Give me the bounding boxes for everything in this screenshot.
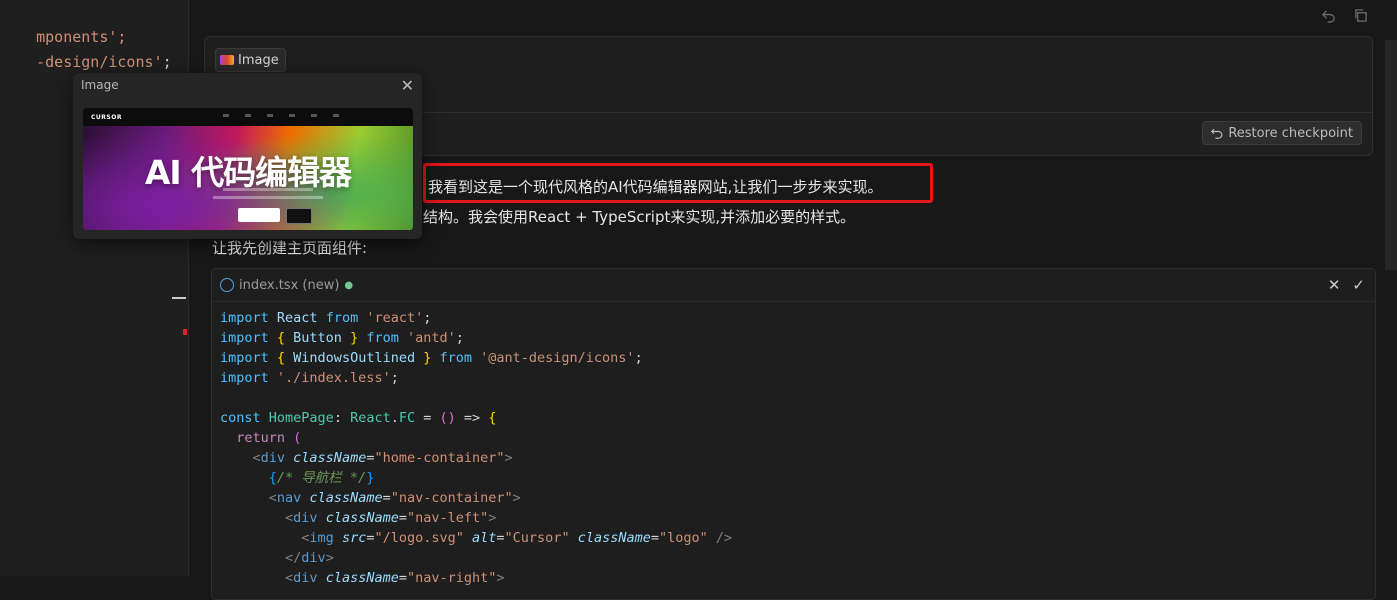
copy-icon[interactable] xyxy=(1351,6,1369,24)
restore-icon xyxy=(1211,128,1223,139)
code-line: </div> xyxy=(285,550,334,566)
code-line: <nav className="nav-container"> xyxy=(268,490,521,506)
code-block-header: index.tsx (new) ● ✕ ✓ xyxy=(212,269,1375,302)
preview-nav-links xyxy=(223,114,339,117)
gutter-fold-marker xyxy=(172,297,186,299)
gutter-error-marker xyxy=(183,329,187,335)
preview-subtext xyxy=(223,188,313,191)
restore-label: Restore checkpoint xyxy=(1228,125,1353,141)
code-line: <div className="nav-right"> xyxy=(285,570,505,586)
preview-image: CURSOR AI 代码编辑器 xyxy=(83,108,413,230)
code-actions: ✕ ✓ xyxy=(1328,276,1365,294)
image-preview-popup: Image ✕ CURSOR AI 代码编辑器 xyxy=(73,73,422,239)
close-icon[interactable]: ✕ xyxy=(401,76,414,95)
image-thumbnail-icon xyxy=(220,55,234,65)
code-block: index.tsx (new) ● ✕ ✓ import React from … xyxy=(211,268,1376,600)
code-body: import React from 'react'; import { Butto… xyxy=(212,302,1375,588)
restore-checkpoint-button[interactable]: Restore checkpoint xyxy=(1202,121,1362,145)
chat-toolbar xyxy=(1319,6,1369,24)
reject-icon[interactable]: ✕ xyxy=(1328,276,1341,294)
preview-nav: CURSOR xyxy=(83,108,413,126)
assistant-message-line: 让我先创建主页面组件: xyxy=(212,239,368,257)
unsaved-dot-icon: ● xyxy=(344,279,354,291)
popup-title: Image xyxy=(81,78,119,92)
preview-logo: CURSOR xyxy=(91,113,122,121)
code-line: {/* 导航栏 */} xyxy=(268,470,375,486)
preview-secondary-button xyxy=(286,208,312,224)
undo-icon[interactable] xyxy=(1319,6,1337,24)
code-line: <div className="nav-left"> xyxy=(285,510,497,526)
highlight-annotation xyxy=(423,163,933,203)
code-line: import { WindowsOutlined } from '@ant-de… xyxy=(220,350,643,366)
code-line: import React from 'react'; xyxy=(220,310,432,326)
filename[interactable]: index.tsx xyxy=(239,278,298,293)
assistant-message-line: 结构。我会使用React + TypeScript来实现,并添加必要的样式。 xyxy=(423,208,856,226)
code-string: -design/icons' xyxy=(36,53,163,71)
code-line: import { Button } from 'antd'; xyxy=(220,330,464,346)
code-line: const HomePage: React.FC = () => { xyxy=(220,410,497,426)
attachment-label: Image xyxy=(238,52,279,68)
preview-subtext xyxy=(213,196,323,199)
preview-heading: AI 代码编辑器 xyxy=(144,153,352,192)
accept-icon[interactable]: ✓ xyxy=(1352,276,1365,294)
code-line: <img src="/logo.svg" alt="Cursor" classN… xyxy=(301,530,733,546)
code-line: return ( xyxy=(236,430,302,446)
file-status: (new) xyxy=(302,277,340,293)
scrollbar[interactable] xyxy=(1385,40,1397,270)
code-line: import './index.less'; xyxy=(220,370,399,386)
image-attachment-chip[interactable]: Image xyxy=(215,48,286,72)
react-file-icon xyxy=(220,278,234,292)
preview-download-button xyxy=(238,208,280,222)
code-line: <div className="home-container"> xyxy=(252,450,513,466)
